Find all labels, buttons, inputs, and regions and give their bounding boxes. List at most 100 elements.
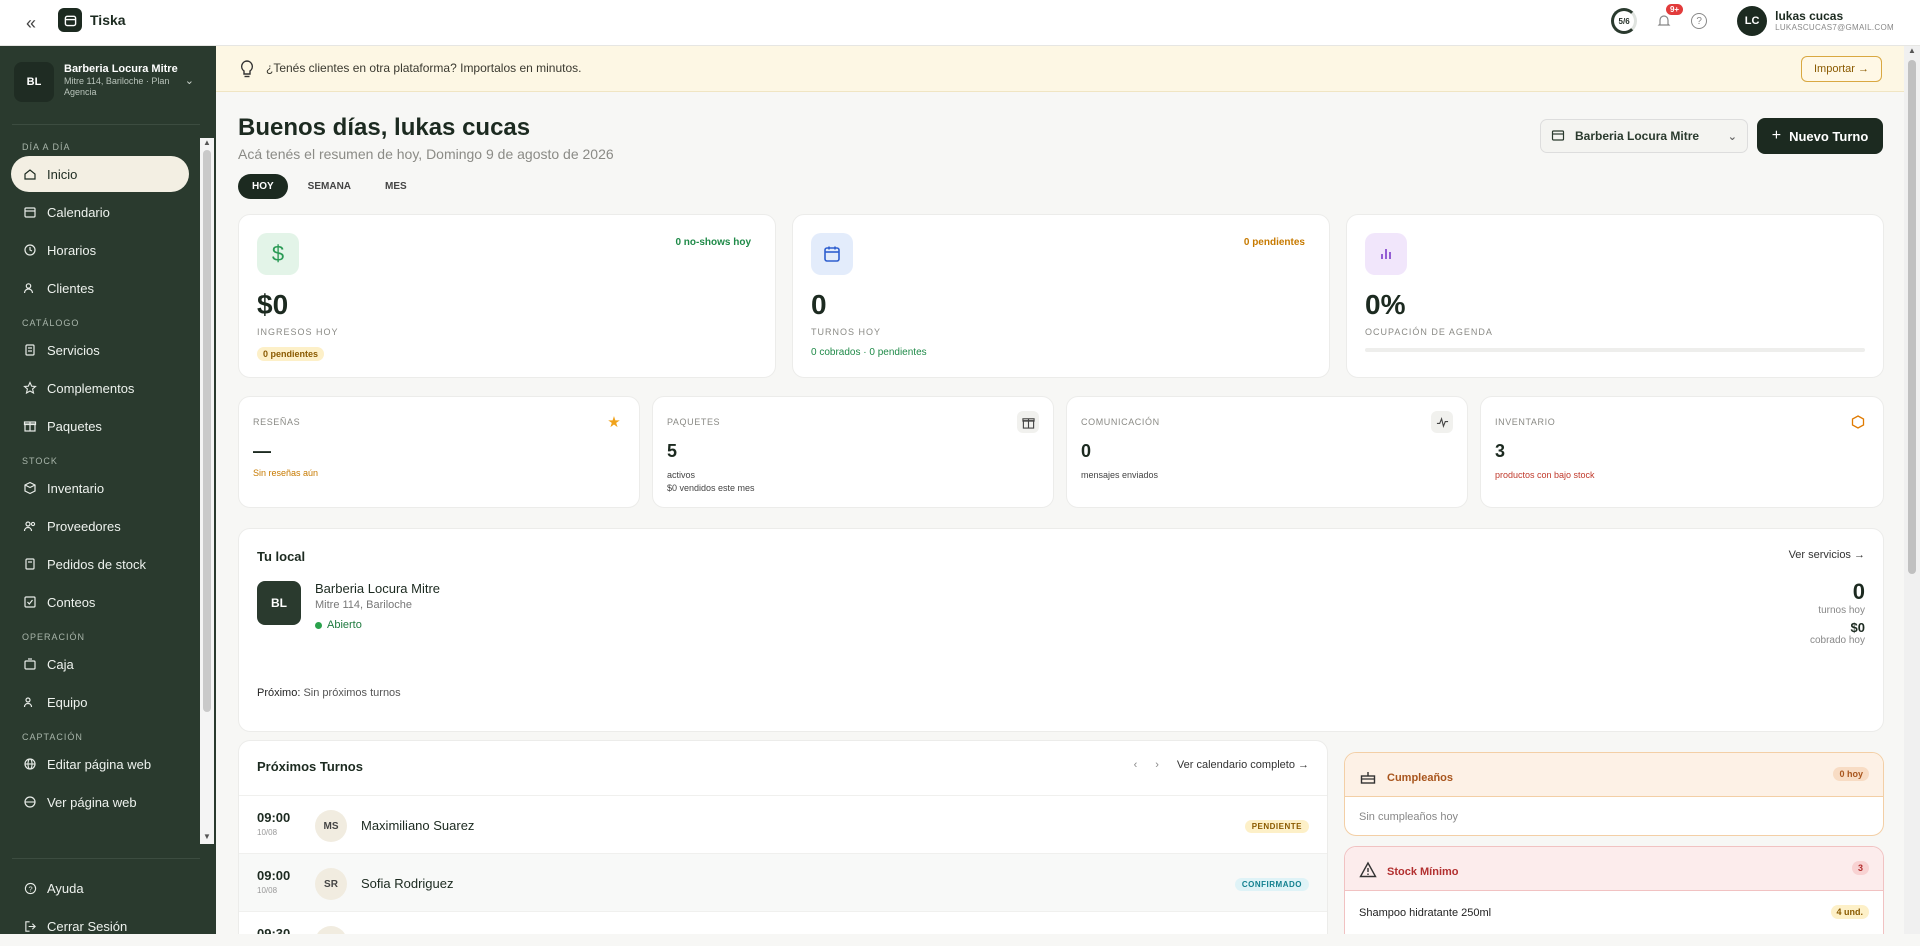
mini-card-inventario: INVENTARIO 3 productos con bajo stock: [1480, 396, 1884, 508]
scroll-up-icon[interactable]: ▲: [200, 138, 214, 150]
sidebar-item-pedidos-de-stock[interactable]: Pedidos de stock: [11, 546, 189, 582]
page-subtitle: Acá tenés el resumen de hoy, Domingo 9 d…: [238, 146, 614, 162]
sidebar-item-conteos[interactable]: Conteos: [11, 584, 189, 620]
scroll-thumb[interactable]: [1908, 60, 1916, 574]
collapse-sidebar-icon[interactable]: «: [20, 12, 42, 34]
kpi-sub-badge: 0 pendientes: [257, 347, 325, 361]
sidebar-item-horarios[interactable]: Horarios: [11, 232, 189, 268]
sidebar-item-complementos[interactable]: Complementos: [11, 370, 189, 406]
help-icon[interactable]: ?: [1691, 13, 1708, 29]
sidebar-item-clientes[interactable]: Clientes: [11, 270, 189, 306]
cake-icon: [1359, 767, 1377, 788]
activity-icon: [1431, 411, 1453, 433]
sidebar-item-inventario[interactable]: Inventario: [11, 470, 189, 506]
scroll-up-icon[interactable]: ▲: [1904, 46, 1920, 55]
tab-semana[interactable]: SEMANA: [294, 174, 365, 199]
sidebar-item-inicio[interactable]: Inicio: [11, 156, 189, 192]
sidebar-item-logout[interactable]: Cerrar Sesión: [11, 908, 189, 944]
sidebar-item-calendario[interactable]: Calendario: [11, 194, 189, 230]
sidebar-item-servicios[interactable]: Servicios: [11, 332, 189, 368]
help-circle-icon: ?: [23, 881, 37, 895]
appointment-row[interactable]: 09:00 10/08 SR Sofia Rodriguez CONFIRMAD…: [239, 853, 1327, 911]
kpi-sub: 0 cobrados · 0 pendientes: [811, 347, 927, 358]
business-avatar: BL: [14, 62, 54, 102]
status-badge: PENDIENTE: [1244, 820, 1309, 833]
logout-icon: [23, 919, 37, 933]
appointment-time: 09:00: [257, 868, 291, 883]
local-stats: 0 turnos hoy $0 cobrado hoy: [1810, 579, 1865, 646]
sidebar-item-label: Caja: [47, 656, 74, 672]
kpi-tag: 0 no-shows hoy: [675, 237, 751, 248]
progress-ring[interactable]: 5/6: [1611, 8, 1638, 34]
chevron-left-icon[interactable]: ‹: [1134, 759, 1138, 771]
status-dot: [315, 621, 322, 629]
client-avatar: SR: [315, 868, 347, 900]
sidebar-section-title: OPERACIÓN: [22, 632, 86, 642]
sidebar-item-label: Cerrar Sesión: [47, 918, 128, 934]
view-services-link[interactable]: Ver servicios →: [1789, 549, 1865, 561]
sidebar-item-proveedores[interactable]: Proveedores: [11, 508, 189, 544]
business-switcher[interactable]: BL Barberia Locura Mitre Mitre 114, Bari…: [14, 62, 202, 102]
sidebar-item-caja[interactable]: Caja: [11, 646, 189, 682]
sidebar-section-title: DÍA A DÍA: [22, 142, 71, 152]
sidebar-item-ver-p-gina-web[interactable]: Ver página web: [11, 784, 189, 820]
appointment-time: 09:00: [257, 810, 291, 825]
location-select[interactable]: Barberia Locura Mitre ⌄: [1540, 119, 1748, 153]
progress-ring-label: 5/6: [1618, 16, 1630, 26]
local-status: Abierto: [315, 619, 362, 631]
client-avatar: [315, 926, 347, 934]
tab-mes[interactable]: MES: [371, 174, 421, 199]
notifications-bell-icon[interactable]: 9+: [1653, 4, 1684, 32]
appointments-title: Próximos Turnos: [257, 759, 363, 774]
cobrado-value: $0: [1850, 620, 1865, 635]
mini-label: PAQUETES: [667, 417, 721, 427]
sidebar-scrollbar[interactable]: ▲ ▼: [200, 138, 214, 844]
scroll-down-icon[interactable]: ▼: [200, 832, 214, 844]
sidebar-item-editar-p-gina-web[interactable]: Editar página web: [11, 746, 189, 782]
mini-sub: Sin reseñas aún: [253, 468, 319, 478]
sidebar-item-ayuda[interactable]: ? Ayuda: [11, 870, 189, 906]
nav-list[interactable]: DÍA A DÍA Inicio Calendario Horarios Cliente…: [0, 138, 200, 844]
sidebar-item-label: Ver página web: [47, 794, 137, 810]
mini-card-paquetes: PAQUETES 5 activos $0 vendidos este mes: [652, 396, 1054, 508]
chevron-right-icon[interactable]: ›: [1155, 759, 1159, 771]
sidebar-item-label: Paquetes: [47, 418, 102, 434]
appointment-time: 09:30: [257, 926, 291, 934]
user-avatar: LC: [1737, 6, 1768, 36]
sidebar-item-label: Complementos: [47, 380, 135, 396]
mini-sub: mensajes enviados: [1081, 470, 1159, 480]
local-status-label: Abierto: [327, 619, 362, 631]
import-banner: ¿Tenés clientes en otra plataforma? Impo…: [216, 46, 1904, 92]
sidebar-section-title: CAPTACIÓN: [22, 732, 83, 742]
stock-badge: 3: [1851, 861, 1869, 875]
sidebar-item-label: Inicio: [47, 166, 78, 182]
appointment-row[interactable]: 09:30: [239, 911, 1327, 934]
kpi-card-ingresos: $ 0 no-shows hoy $0 INGRESOS HOY 0 pendi…: [238, 214, 776, 378]
import-button[interactable]: Importar →: [1800, 56, 1882, 82]
view-calendar-link[interactable]: Ver calendario completo →: [1177, 759, 1309, 771]
calendar-icon: [811, 233, 853, 275]
kpi-label: TURNOS HOY: [811, 327, 882, 337]
kpi-label: OCUPACIÓN DE AGENDA: [1365, 327, 1493, 337]
globe-icon: [23, 757, 37, 771]
stock-item-qty: 4 und.: [1830, 905, 1869, 919]
next-label: Próximo:: [257, 687, 301, 699]
local-address: Mitre 114, Bariloche: [315, 599, 413, 611]
user-menu[interactable]: LC lukas cucas LUKASCUCAS7@GMAIL.COM: [1737, 6, 1894, 36]
appointment-row[interactable]: 09:00 10/08 MS Maximiliano Suarez PENDIE…: [239, 795, 1327, 853]
divider: [12, 858, 200, 859]
sidebar-item-equipo[interactable]: Equipo: [11, 684, 189, 720]
new-appointment-button[interactable]: + Nuevo Turno: [1757, 118, 1883, 154]
mini-card-resenas: RESEÑAS ★ — Sin reseñas aún: [238, 396, 640, 508]
main-scrollbar[interactable]: ▲: [1904, 46, 1920, 934]
mini-sub-2: $0 vendidos este mes: [667, 483, 755, 493]
mini-sub: productos con bajo stock: [1495, 470, 1595, 480]
brand[interactable]: Tiska: [58, 8, 126, 32]
scroll-thumb[interactable]: [203, 150, 211, 712]
tab-hoy[interactable]: HOY: [238, 174, 288, 199]
sidebar-item-paquetes[interactable]: Paquetes: [11, 408, 189, 444]
occupancy-progress-bar: [1365, 348, 1865, 352]
mini-label: INVENTARIO: [1495, 417, 1556, 427]
box-icon: [1847, 411, 1869, 433]
clock-icon: [23, 243, 37, 257]
